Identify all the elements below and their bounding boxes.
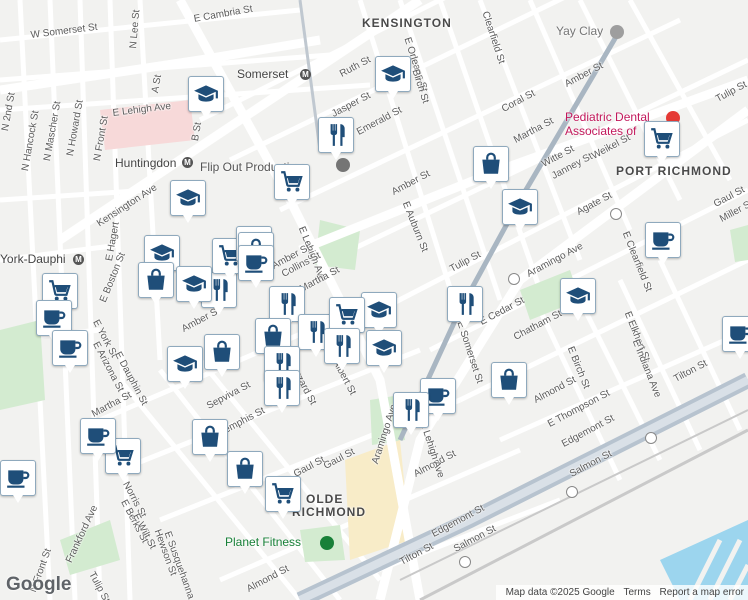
- cafe-icon: [727, 321, 748, 347]
- shopping-bag-icon: [232, 456, 258, 482]
- map-marker-restaurant[interactable]: [393, 392, 429, 435]
- gym-icon: [320, 536, 334, 550]
- school-icon: [181, 271, 207, 297]
- map-marker-shopping-cart[interactable]: [644, 121, 680, 164]
- map-marker-shopping-bag[interactable]: [227, 451, 263, 494]
- map-marker-shopping-bag[interactable]: [192, 419, 228, 462]
- map-marker-school[interactable]: [502, 189, 538, 232]
- subway-station-icon[interactable]: M: [300, 69, 311, 80]
- shopping-bag-icon: [496, 367, 522, 393]
- poi-planet-fitness[interactable]: Planet Fitness: [225, 535, 301, 549]
- map-marker-school[interactable]: [188, 76, 224, 119]
- shopping-cart-icon: [270, 481, 296, 507]
- map-marker-cafe[interactable]: [52, 330, 88, 373]
- school-icon: [507, 194, 533, 220]
- rail-station-icon[interactable]: [566, 486, 578, 498]
- subway-station-icon[interactable]: M: [182, 157, 193, 168]
- poi-pediatric-dental[interactable]: Pediatric Dental Associates of: [565, 110, 650, 138]
- restaurant-icon: [269, 375, 295, 401]
- google-logo: Google: [6, 574, 72, 595]
- neighborhood-label: PORT RICHMOND: [616, 164, 732, 178]
- map-marker-cafe[interactable]: [238, 245, 274, 288]
- cafe-icon: [57, 335, 83, 361]
- restaurant-icon: [398, 397, 424, 423]
- shopping-cart-icon: [279, 169, 305, 195]
- shopping-bag-icon: [209, 339, 235, 365]
- map-marker-school[interactable]: [375, 56, 411, 99]
- school-icon: [172, 351, 198, 377]
- park-far-east: [730, 225, 748, 262]
- school-icon: [366, 297, 392, 323]
- restaurant-icon: [452, 291, 478, 317]
- map-marker-restaurant[interactable]: [324, 328, 360, 371]
- map-marker-shopping-bag[interactable]: [138, 262, 174, 305]
- map-marker-school[interactable]: [176, 266, 212, 309]
- cafe-icon: [41, 305, 67, 331]
- report-error-link[interactable]: Report a map error: [660, 587, 744, 598]
- rail-station-icon[interactable]: [610, 208, 622, 220]
- station-label: Somerset: [237, 67, 289, 81]
- school-icon: [175, 185, 201, 211]
- map-canvas[interactable]: W Somerset St E Cambria St N Lee St A St…: [0, 0, 748, 600]
- school-icon: [565, 283, 591, 309]
- neighborhood-label: RICHMOND: [292, 505, 366, 519]
- shopping-cart-icon: [334, 302, 360, 328]
- map-marker-cafe[interactable]: [645, 222, 681, 265]
- map-marker-shopping-bag[interactable]: [491, 362, 527, 405]
- cafe-icon: [85, 423, 111, 449]
- shopping-bag-icon: [197, 424, 223, 450]
- shopping-cart-icon: [649, 126, 675, 152]
- rail-station-icon[interactable]: [645, 432, 657, 444]
- rail-station-icon[interactable]: [459, 556, 471, 568]
- subway-station-icon[interactable]: M: [73, 254, 84, 265]
- poi-yay-clay[interactable]: Yay Clay: [556, 24, 625, 39]
- cafe-icon: [650, 227, 676, 253]
- map-marker-cafe[interactable]: [80, 418, 116, 461]
- station-label: York-Dauphi: [0, 252, 66, 266]
- map-marker-shopping-bag[interactable]: [204, 334, 240, 377]
- map-marker-restaurant[interactable]: [264, 370, 300, 413]
- map-marker-school[interactable]: [170, 180, 206, 223]
- map-footer: Map data ©2025 Google Terms Report a map…: [495, 585, 748, 600]
- map-marker-shopping-bag[interactable]: [473, 146, 509, 189]
- map-marker-shopping-cart[interactable]: [274, 164, 310, 207]
- map-marker-cafe[interactable]: [0, 460, 36, 503]
- map-marker-shopping-cart[interactable]: [265, 476, 301, 519]
- neighborhood-label: KENSINGTON: [362, 16, 452, 30]
- terms-link[interactable]: Terms: [624, 587, 651, 598]
- restaurant-icon: [329, 333, 355, 359]
- restaurant-icon: [274, 291, 300, 317]
- map-marker-restaurant[interactable]: [318, 117, 354, 160]
- map-marker-cafe[interactable]: [722, 316, 748, 359]
- school-icon: [380, 61, 406, 87]
- park-southwest: [60, 520, 120, 575]
- map-marker-school[interactable]: [361, 292, 397, 335]
- shopping-bag-icon: [478, 151, 504, 177]
- map-marker-school[interactable]: [366, 330, 402, 373]
- cafe-icon: [243, 250, 269, 276]
- map-attribution: Map data ©2025 Google: [505, 587, 615, 598]
- cafe-icon: [5, 465, 31, 491]
- restaurant-icon: [323, 122, 349, 148]
- neighborhood-label: OLDE: [306, 492, 344, 506]
- school-icon: [371, 335, 397, 361]
- shopping-bag-icon: [143, 267, 169, 293]
- map-marker-school[interactable]: [560, 278, 596, 321]
- map-marker-restaurant[interactable]: [447, 286, 483, 329]
- station-label: Huntingdon: [115, 156, 177, 170]
- rail-station-icon[interactable]: [508, 273, 520, 285]
- map-marker-school[interactable]: [167, 346, 203, 389]
- poi-dot-icon: [336, 158, 350, 172]
- school-icon: [193, 81, 219, 107]
